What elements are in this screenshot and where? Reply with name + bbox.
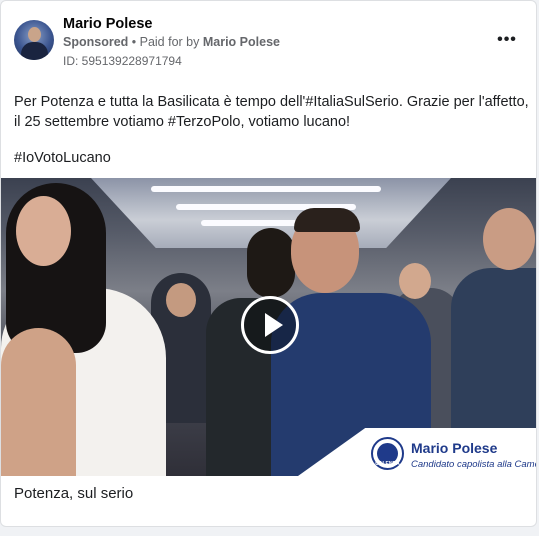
sponsored-line: Sponsored • Paid for by Mario Polese xyxy=(63,35,280,49)
foreground-man xyxy=(1,328,76,476)
author-name[interactable]: Mario Polese xyxy=(63,16,152,32)
ad-card: Mario Polese Sponsored • Paid for by Mar… xyxy=(0,0,537,527)
video-thumbnail[interactable]: CALENDA Mario Polese Candidato capolista… xyxy=(1,178,537,476)
background-person-head xyxy=(399,263,431,299)
party-logo-text: CALENDA xyxy=(375,461,400,467)
banner-candidate-name: Mario Polese xyxy=(411,440,498,456)
video-caption: Potenza, sul serio xyxy=(14,485,134,502)
background-person-head xyxy=(166,283,196,317)
ceiling-light xyxy=(151,186,381,192)
avatar-body xyxy=(21,42,48,60)
avatar-head xyxy=(28,27,41,42)
candidate-hair xyxy=(294,208,360,232)
banner-candidate-role: Candidato capolista alla Camera xyxy=(411,459,537,470)
sponsored-label: Sponsored xyxy=(63,35,129,49)
woman-face xyxy=(16,196,71,266)
play-icon[interactable] xyxy=(241,296,299,354)
author-avatar[interactable] xyxy=(14,20,54,60)
more-options-icon[interactable]: ••• xyxy=(496,29,518,51)
paid-prefix: • Paid for by xyxy=(128,35,203,49)
man-hair xyxy=(247,228,295,298)
ad-id: ID: 595139228971794 xyxy=(63,54,182,68)
hashtag-link[interactable]: #IoVotoLucano xyxy=(14,150,111,166)
party-logo: CALENDA xyxy=(371,437,404,470)
man-glasses-face xyxy=(483,208,535,270)
post-body: Per Potenza e tutta la Basilicata è temp… xyxy=(14,94,529,130)
paid-by-name[interactable]: Mario Polese xyxy=(203,35,280,49)
